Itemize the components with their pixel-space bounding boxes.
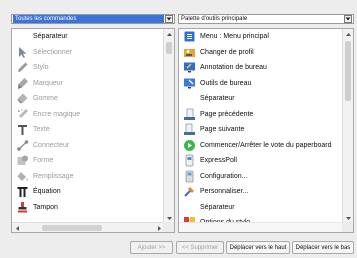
arrow-cursor-icon [16, 46, 29, 59]
menu-icon [183, 30, 196, 43]
horizontal-scrollbar[interactable] [179, 222, 344, 232]
remove-button[interactable]: << Supprimer [176, 241, 224, 254]
available-command-item-label: Encre magique [33, 110, 81, 118]
available-command-item-label: Remplissage [33, 172, 74, 180]
blank-icon [183, 201, 196, 214]
available-command-item-label: Sélectionner [33, 48, 72, 56]
toolbar-command-item-label: Commencer/Arrêter le vote du paperboard [200, 141, 332, 149]
available-command-item[interactable]: Gomme [12, 91, 162, 107]
desktop-tools-icon [183, 77, 196, 90]
toolbar-command-item-label: Personnaliser... [200, 188, 249, 196]
vertical-scrollbar[interactable] [342, 29, 353, 223]
toolbar-command-item-label: Configuration... [200, 172, 248, 180]
blank-icon [183, 92, 196, 105]
eraser-icon [16, 92, 29, 105]
available-command-item[interactable]: Forme [12, 153, 162, 169]
available-command-item[interactable]: Connecteur [12, 138, 162, 154]
toolbar-command-item[interactable]: Outils de bureau [179, 76, 343, 92]
available-command-item-label: Texte [33, 126, 50, 134]
scroll-corner [342, 222, 353, 232]
toolbar-select[interactable]: Palette d'outils principale [178, 14, 354, 24]
available-command-item[interactable]: Tampon [12, 200, 162, 216]
available-command-item-label: Gomme [33, 95, 58, 103]
toolbar-command-item[interactable]: Annotation de bureau [179, 60, 343, 76]
text-icon [16, 123, 29, 136]
separator-icon [16, 30, 29, 43]
available-commands-list[interactable]: Séparateur Sélectionner Stylo Marqueur Gomme… [11, 28, 175, 233]
toolbar-command-item[interactable]: Séparateur [179, 91, 343, 107]
vertical-scrollbar[interactable] [163, 29, 174, 223]
available-command-item[interactable]: Texte [12, 122, 162, 138]
available-command-item-label: Tampon [33, 203, 58, 211]
toolbar-command-item-label: Page suivante [200, 126, 245, 134]
add-button[interactable]: Ajouter >> [130, 241, 173, 254]
scroll-thumb[interactable] [42, 225, 102, 231]
stamp-icon [16, 201, 29, 214]
configuration-icon [183, 170, 196, 183]
toolbar-command-item-label: Annotation de bureau [200, 64, 267, 72]
scroll-up-icon[interactable] [343, 29, 353, 39]
available-command-item-label: Connecteur [33, 141, 70, 149]
available-command-item-label: Équation [33, 188, 61, 196]
toolbar-command-item[interactable]: Séparateur [179, 200, 343, 216]
available-command-item-label: Forme [33, 157, 54, 165]
horizontal-scrollbar[interactable] [12, 222, 164, 232]
shape-icon [16, 154, 29, 167]
pen-icon [16, 61, 29, 74]
toolbar-commands-list[interactable]: Menu : Menu principal Changer de profil An… [178, 28, 354, 233]
toolbar-select-value: Palette d'outils principale [181, 16, 248, 22]
toolbar-command-item[interactable]: Changer de profil [179, 45, 343, 61]
available-command-item[interactable]: Sélectionner [12, 45, 162, 61]
scroll-thumb[interactable] [345, 41, 351, 101]
available-command-item[interactable]: Séparateur [12, 29, 162, 45]
chevron-down-icon[interactable] [344, 15, 352, 23]
customize-icon [183, 185, 196, 198]
scroll-corner [163, 222, 174, 232]
toolbar-command-item-label: Changer de profil [200, 48, 254, 56]
command-filter-select[interactable]: Toutes les commandes [11, 14, 175, 24]
toolbar-command-item[interactable]: Commencer/Arrêter le vote du paperboard [179, 138, 343, 154]
toolbar-command-item[interactable]: Configuration... [179, 169, 343, 185]
available-command-item-label: Séparateur [33, 33, 68, 41]
marker-icon [16, 77, 29, 90]
desktop-annotation-icon [183, 61, 196, 74]
toolbar-command-item-label: Séparateur [200, 203, 235, 211]
move-down-button[interactable]: Déplacer vers le bas [292, 241, 354, 254]
available-command-item[interactable]: Stylo [12, 60, 162, 76]
expresspoll-icon [183, 154, 196, 167]
fill-icon [16, 170, 29, 183]
toolbar-command-item-label: Séparateur [200, 95, 235, 103]
toolbar-command-item-label: ExpressPoll [200, 157, 237, 165]
vote-icon [183, 139, 196, 152]
magic-ink-icon [16, 108, 29, 121]
available-command-item-label: Stylo [33, 64, 49, 72]
toolbar-command-item-label: Outils de bureau [200, 79, 252, 87]
toolbar-command-item[interactable]: Personnaliser... [179, 184, 343, 200]
available-command-item[interactable]: Marqueur [12, 76, 162, 92]
scroll-thumb[interactable] [166, 42, 172, 54]
toolbar-command-item[interactable]: ExpressPoll [179, 153, 343, 169]
toolbar-command-item-label: Page précédente [200, 110, 254, 118]
equation-icon [16, 185, 29, 198]
toolbar-command-item[interactable]: Page précédente [179, 107, 343, 123]
next-page-icon [183, 123, 196, 136]
toolbar-command-item[interactable]: Page suivante [179, 122, 343, 138]
available-command-item[interactable]: Encre magique [12, 107, 162, 123]
available-command-item[interactable]: Remplissage [12, 169, 162, 185]
previous-page-icon [183, 108, 196, 121]
toolbar-command-item-label: Menu : Menu principal [200, 33, 269, 41]
available-command-item-label: Marqueur [33, 79, 63, 87]
scroll-up-icon[interactable] [164, 29, 174, 39]
connector-icon [16, 139, 29, 152]
move-up-button[interactable]: Déplacer vers le haut [226, 241, 290, 254]
profile-icon [183, 46, 196, 59]
toolbar-command-item[interactable]: Menu : Menu principal [179, 29, 343, 45]
chevron-down-icon[interactable] [165, 15, 173, 23]
command-filter-value: Toutes les commandes [13, 15, 164, 23]
available-command-item[interactable]: Équation [12, 184, 162, 200]
scroll-left-icon[interactable] [12, 223, 22, 232]
